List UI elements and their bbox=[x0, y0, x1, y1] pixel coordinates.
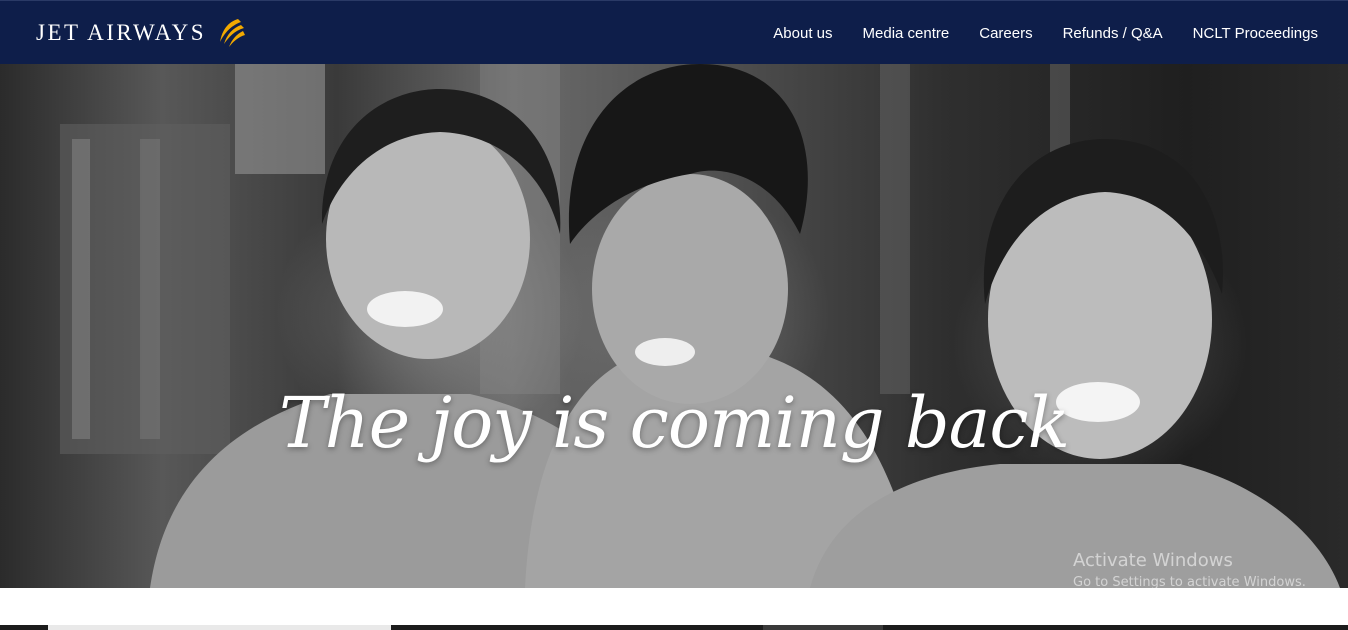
site-header: JET AIRWAYS About us Media centre Career… bbox=[0, 0, 1348, 64]
logo-wordmark: JET AIRWAYS bbox=[36, 20, 207, 45]
next-section-edge bbox=[0, 625, 1348, 630]
sun-logo-icon bbox=[220, 19, 246, 47]
hero-photo bbox=[60, 64, 1340, 588]
nav-careers[interactable]: Careers bbox=[979, 25, 1032, 42]
main-nav: About us Media centre Careers Refunds / … bbox=[773, 1, 1318, 65]
jet-airways-logo[interactable]: JET AIRWAYS bbox=[36, 15, 248, 51]
hero-banner: The joy is coming back Activate Windows … bbox=[0, 64, 1348, 588]
windows-activation-watermark: Activate Windows Go to Settings to activ… bbox=[1073, 550, 1306, 588]
next-section-card-edge-2 bbox=[763, 625, 883, 630]
nav-media-centre[interactable]: Media centre bbox=[863, 25, 950, 42]
next-section-card-edge bbox=[48, 625, 391, 630]
nav-refunds-qa[interactable]: Refunds / Q&A bbox=[1063, 25, 1163, 42]
watermark-subtitle: Go to Settings to activate Windows. bbox=[1073, 575, 1306, 588]
hero-headline: The joy is coming back bbox=[278, 382, 1070, 464]
nav-nclt-proceedings[interactable]: NCLT Proceedings bbox=[1193, 25, 1318, 42]
nav-about-us[interactable]: About us bbox=[773, 25, 832, 42]
watermark-title: Activate Windows bbox=[1073, 550, 1233, 571]
